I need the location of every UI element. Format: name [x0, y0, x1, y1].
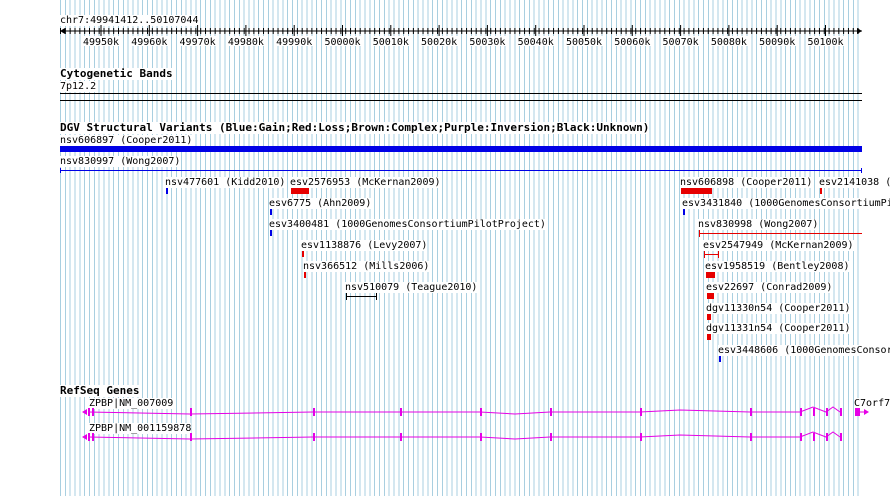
gene-exon — [313, 433, 315, 441]
gene-exon — [92, 408, 94, 416]
gene-exon — [550, 408, 552, 416]
gene-exon — [88, 408, 90, 416]
gene-exon — [826, 433, 828, 441]
gene-exon — [800, 408, 802, 416]
gene-intron-line — [87, 406, 841, 415]
gene-exon — [800, 433, 802, 441]
gene-exon — [313, 408, 315, 416]
gene-exon — [400, 408, 402, 416]
gene-exon — [750, 408, 752, 416]
gene-strand-arrow — [82, 409, 87, 415]
gene-exon — [640, 433, 642, 441]
gene-strand-arrow — [82, 434, 87, 440]
gene-exon — [400, 433, 402, 441]
gene-intron-line — [87, 431, 841, 440]
gene-exon — [640, 408, 642, 416]
gene-exon — [550, 433, 552, 441]
gene-exon — [840, 433, 842, 441]
gene-exon — [855, 408, 860, 416]
gene-exon — [826, 408, 828, 416]
gene-exon — [190, 408, 192, 416]
gene-exon — [92, 433, 94, 441]
refseq-gene-models[interactable] — [0, 0, 890, 496]
gene-exon — [813, 408, 815, 416]
gene-exon — [480, 433, 482, 441]
gene-exon — [88, 433, 90, 441]
gene-exon — [840, 408, 842, 416]
gene-exon — [813, 433, 815, 441]
gene-strand-arrow — [864, 409, 869, 415]
gene-exon — [750, 433, 752, 441]
gene-exon — [190, 433, 192, 441]
gene-exon — [480, 408, 482, 416]
